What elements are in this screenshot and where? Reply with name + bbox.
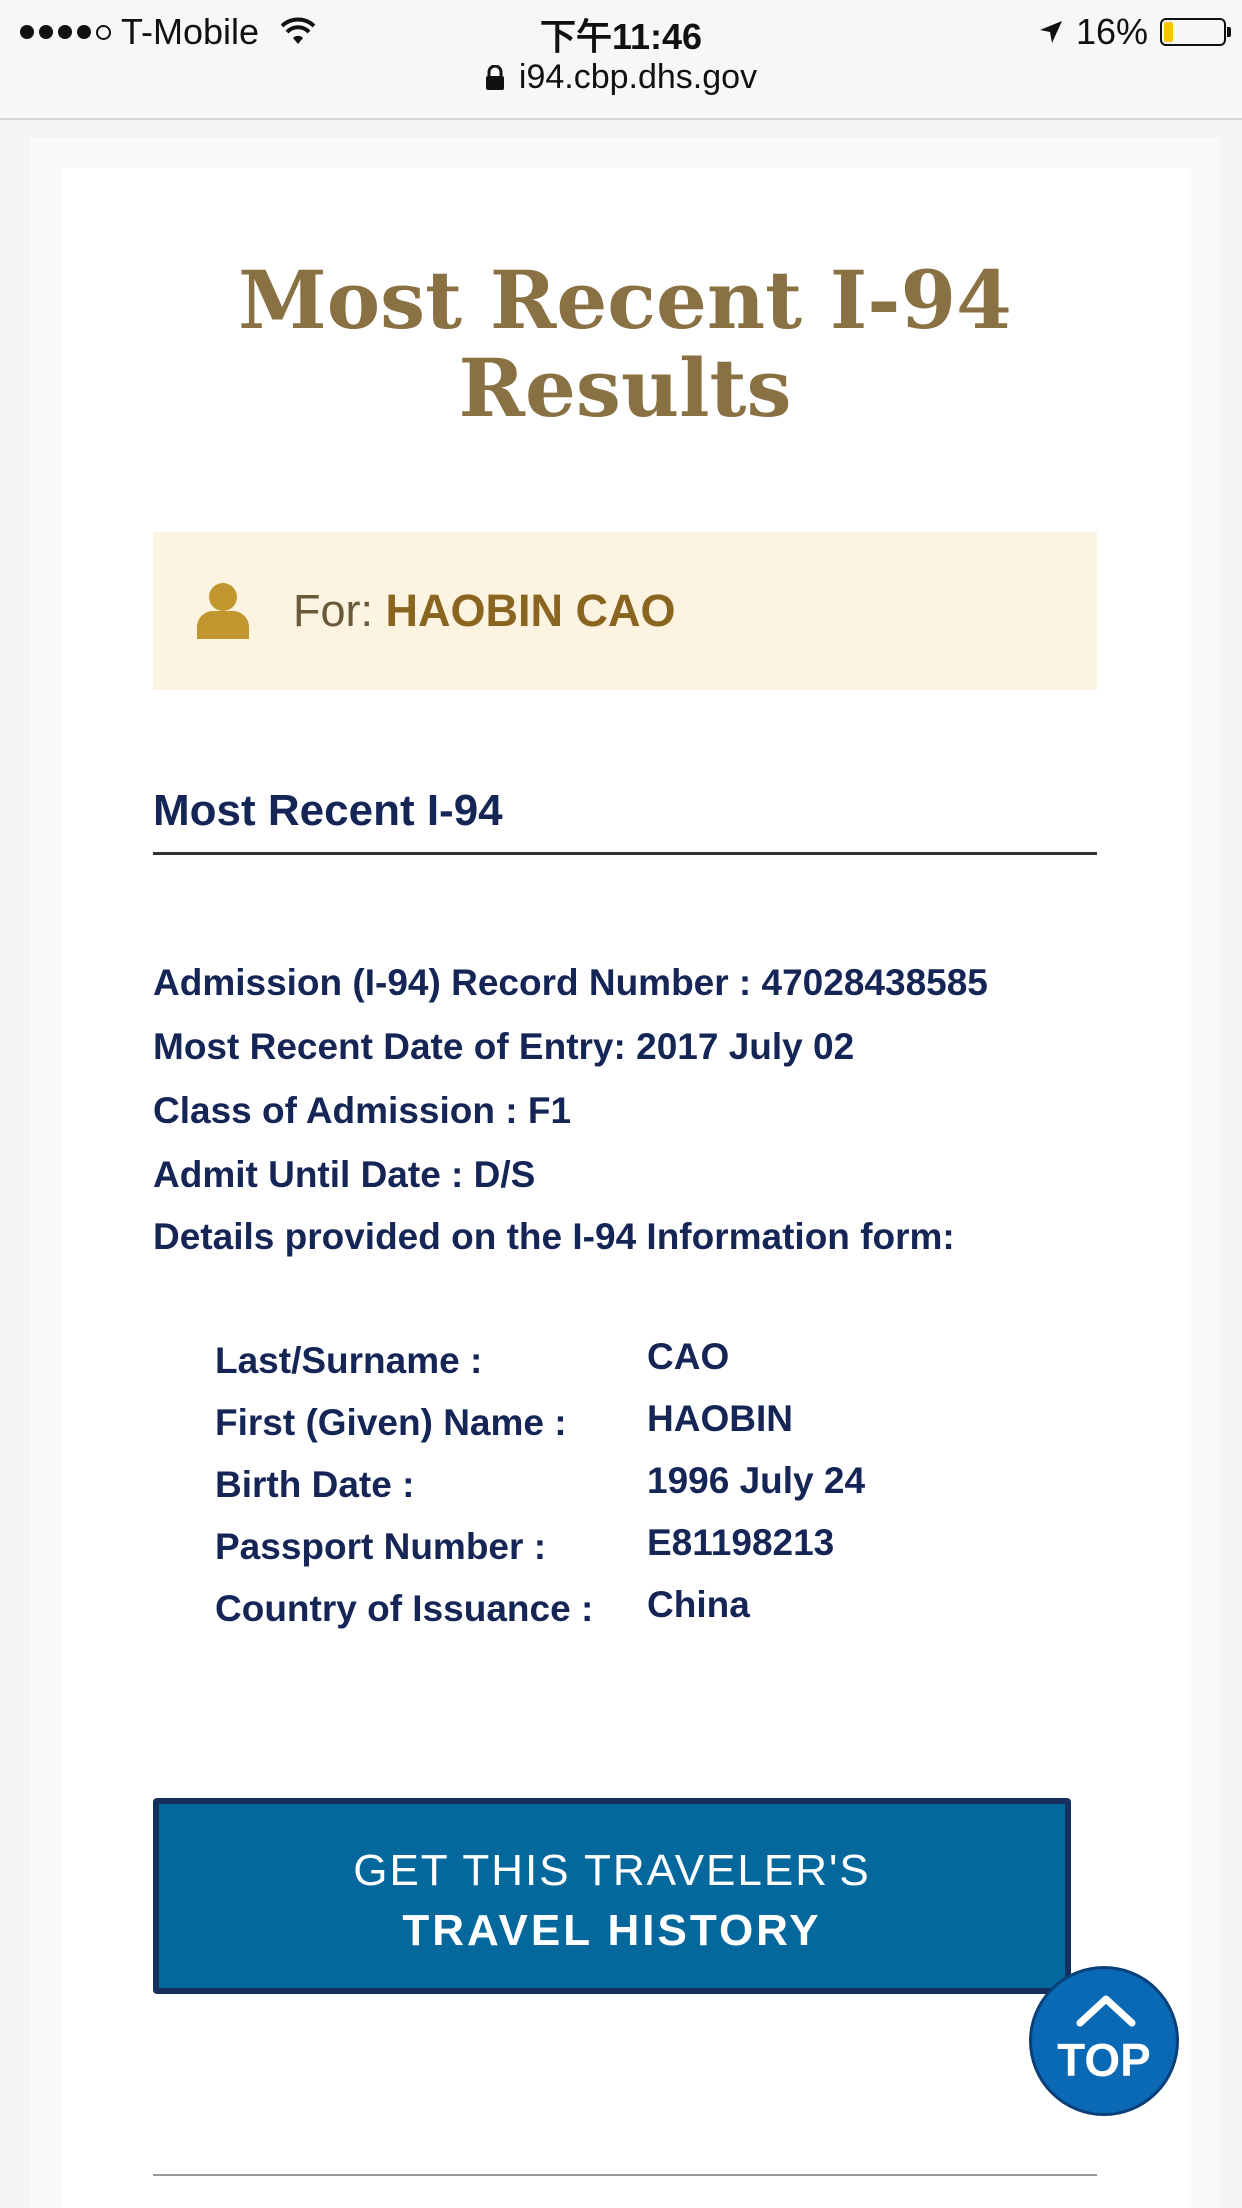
details-intro: Details provided on the I-94 Information… [153,1216,955,1257]
battery-fill [1164,22,1173,42]
given-name-label: First (Given) Name : [215,1402,567,1443]
chevron-up-icon [1076,1995,1136,2027]
page-title-line1: Most Recent I-94 [238,253,1012,347]
status-bar: T-Mobile 下午11:46 16% i94.cbp.dhs.gov [0,0,1242,120]
location-arrow-icon [1039,21,1062,43]
travel-history-button-line1: GET THIS TRAVELER'S [353,1846,871,1895]
surname-label: Last/Surname : [215,1340,483,1381]
top-label: TOP [1057,2034,1151,2086]
passport-number-label: Passport Number : [215,1526,547,1567]
section-title: Most Recent I-94 [153,786,503,835]
traveler-name: HAOBIN CAO [385,585,676,636]
given-name-value: HAOBIN [647,1398,793,1439]
record-number: Admission (I-94) Record Number : 4702843… [153,962,988,1003]
lock-icon [485,64,504,90]
url-text: i94.cbp.dhs.gov [518,58,758,96]
travel-history-button-line2: TRAVEL HISTORY [402,1906,822,1955]
travel-history-button[interactable]: GET THIS TRAVELER'S TRAVEL HISTORY [153,1798,1071,1994]
surname-value: CAO [647,1336,730,1377]
country-label: Country of Issuance : [215,1588,594,1629]
footer-divider [153,2174,1097,2176]
page-title-line2: Results [458,341,792,435]
page-title: Most Recent I-94 Results [62,256,1188,432]
traveler-text: For: HAOBIN CAO [293,585,676,637]
class-of-admission: Class of Admission : F1 [153,1090,572,1131]
status-bar-right: 16% [1038,10,1231,54]
results-card: Most Recent I-94 Results For: HAOBIN CAO… [62,168,1188,2208]
battery-percent: 16% [1075,11,1148,52]
back-to-top-button[interactable]: TOP [1029,1966,1179,2116]
birth-date-label: Birth Date : [215,1464,415,1505]
birth-date-value: 1996 July 24 [647,1460,866,1501]
passport-number-value: E81198213 [647,1522,835,1563]
address-bar[interactable]: i94.cbp.dhs.gov [0,58,1242,97]
person-icon [197,583,249,639]
for-label: For: [293,585,374,636]
admit-until-date: Admit Until Date : D/S [153,1154,536,1195]
battery-icon [1160,18,1231,46]
country-value: China [647,1584,750,1625]
traveler-banner: For: HAOBIN CAO [153,532,1097,690]
entry-date: Most Recent Date of Entry: 2017 July 02 [153,1026,855,1067]
section-divider [153,852,1097,855]
